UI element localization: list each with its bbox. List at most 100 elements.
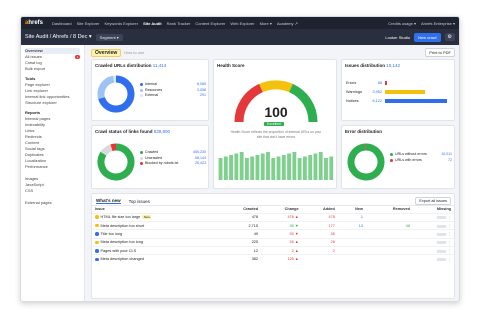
crawled-cell[interactable]: 49 <box>218 229 262 239</box>
health-history-bar[interactable] <box>239 152 244 180</box>
health-history-bar[interactable] <box>244 158 249 180</box>
table-row[interactable]: Meta description too short 2,715 36 ▼ 177 13… <box>92 220 454 230</box>
issue-name[interactable]: Meta description too short <box>101 224 145 228</box>
errors-slice-urls-without-errors[interactable] <box>347 143 385 181</box>
crawled-cell[interactable]: 225 <box>218 237 262 247</box>
new-cell[interactable] <box>337 246 366 255</box>
crawled-cell[interactable]: 12 <box>218 246 262 255</box>
legend-value[interactable]: 72 <box>448 158 452 164</box>
status-legend-blocked-by-robots-txt[interactable]: Blocked by robots.txt 26,423 <box>140 161 206 167</box>
issue-name[interactable]: Title too long <box>101 232 123 236</box>
nav-site-audit[interactable]: Site Audit <box>143 21 162 26</box>
column-header-issue[interactable]: Issue <box>92 206 219 213</box>
table-row[interactable]: Meta description too long 225 26 ▲ 26 ⋮ <box>92 237 454 247</box>
health-history-bar[interactable] <box>313 153 318 181</box>
errors-legend-urls-with-errors[interactable]: URLs with errors 72 <box>390 158 452 164</box>
issues-total[interactable]: 10,142 <box>386 63 400 68</box>
removed-cell[interactable]: 48 <box>365 220 413 230</box>
crawled-legend-external[interactable]: External 291 <box>140 93 206 99</box>
nav-academy[interactable]: Academy ↗ <box>277 21 298 26</box>
column-header-new[interactable]: New <box>338 206 366 213</box>
added-cell[interactable]: 2 <box>301 246 338 255</box>
health-history-bar[interactable] <box>223 156 228 181</box>
removed-cell[interactable] <box>365 254 413 264</box>
legend-value[interactable]: 291 <box>200 93 206 99</box>
more-options-icon[interactable]: ⋮ <box>446 241 451 245</box>
sidebar-item-bulk-export[interactable]: Bulk export <box>25 66 80 72</box>
removed-cell[interactable] <box>365 237 413 247</box>
issue-type-value[interactable]: 68 <box>368 81 382 85</box>
column-header-removed[interactable]: Removed <box>366 206 413 213</box>
new-cell[interactable] <box>337 237 366 247</box>
gear-icon[interactable]: ⚙ <box>444 33 455 41</box>
new-cell[interactable]: 1 <box>337 212 366 222</box>
nav-web-explorer[interactable]: Web Explorer <box>230 21 254 26</box>
health-history-bar[interactable] <box>329 156 334 181</box>
health-history-bar[interactable] <box>271 158 276 180</box>
health-history-bar[interactable] <box>308 155 313 180</box>
issue-type-value[interactable]: 3,952 <box>368 90 382 94</box>
removed-cell[interactable] <box>365 246 413 255</box>
nav-more[interactable]: More ▾ <box>260 21 272 26</box>
column-header-crawled[interactable]: Crawled <box>219 206 261 213</box>
sidebar-item-performance[interactable]: Performance <box>25 164 80 170</box>
nav-dashboard[interactable]: Dashboard <box>52 21 72 26</box>
more-options-icon[interactable]: ⋮ <box>446 216 451 220</box>
health-history-bar[interactable] <box>297 158 302 180</box>
segment-dropdown[interactable]: Segment ▾ <box>95 33 123 41</box>
added-cell[interactable]: 478 <box>301 212 338 222</box>
table-row[interactable]: Pages with poor CLS 12 2 ▲ 2 ⋮ <box>92 246 454 255</box>
added-cell[interactable]: 177 <box>301 220 338 230</box>
nav-keywords-explorer[interactable]: Keywords Explorer <box>105 21 139 26</box>
new-cell[interactable]: 13 <box>337 220 366 230</box>
more-options-icon[interactable]: ⋮ <box>446 249 451 253</box>
crawl-status-total[interactable]: 539,800 <box>154 129 170 134</box>
removed-cell[interactable] <box>365 212 413 222</box>
column-header-added[interactable]: Added <box>302 206 338 213</box>
table-row[interactable]: Meta description changed 382 126 ▲ ⋮ <box>92 254 454 264</box>
table-row[interactable]: HTML file size too large New 478 478 ▲ 478 1 … <box>92 212 454 222</box>
health-history-bar[interactable] <box>287 153 292 181</box>
looker-studio-link[interactable]: Looker Studio <box>385 35 410 40</box>
health-history-bar[interactable] <box>324 158 328 180</box>
health-history-bar[interactable] <box>260 153 265 181</box>
health-history-bar[interactable] <box>276 156 281 181</box>
health-history-bar[interactable] <box>281 155 286 180</box>
health-history-bar[interactable] <box>318 152 323 180</box>
crawled-cell[interactable]: 2,715 <box>218 220 262 230</box>
new-cell[interactable] <box>337 229 366 239</box>
more-options-icon[interactable]: ⋮ <box>446 224 451 228</box>
issue-name[interactable]: Meta description changed <box>101 257 144 261</box>
health-history-bar[interactable] <box>218 158 223 180</box>
added-cell[interactable]: 26 <box>301 237 338 247</box>
status-slice-blocked-by-robots-txt[interactable] <box>110 143 117 152</box>
new-cell[interactable] <box>337 254 366 264</box>
new-crawl-button[interactable]: New crawl <box>414 32 441 42</box>
print-pdf-button[interactable]: Print to PDF <box>425 48 455 57</box>
column-header-missing[interactable]: Missing <box>413 206 454 213</box>
added-cell[interactable]: 55 <box>301 229 338 239</box>
health-history-bar[interactable] <box>255 155 260 180</box>
account-menu[interactable]: Ahrefs Enterprise ▾ <box>421 21 455 26</box>
sidebar-item-external-pages[interactable]: External pages <box>25 200 80 206</box>
tab-whats-new[interactable]: What's new <box>96 198 121 204</box>
breadcrumb[interactable]: Site Audit / Ahrefs / 8 Dec ▾ <box>25 34 92 40</box>
nav-site-explorer[interactable]: Site Explorer <box>77 21 100 26</box>
crawled-slice-resources[interactable] <box>97 75 115 99</box>
nav-content-explorer[interactable]: Content Explorer <box>195 21 225 26</box>
health-history-bar[interactable] <box>266 152 270 180</box>
issues-row-notices[interactable]: Notices 6,122 <box>346 96 452 105</box>
health-history-bar[interactable] <box>302 156 307 181</box>
issue-name[interactable]: HTML file size too large <box>101 215 141 219</box>
issues-row-warnings[interactable]: Warnings 3,952 <box>346 87 452 96</box>
sidebar-item-structure-explorer[interactable]: Structure explorer <box>25 100 80 106</box>
issue-name[interactable]: Meta description too long <box>101 240 143 244</box>
table-row[interactable]: Title too long 49 55 ▼ 55 ⋮ <box>92 229 454 239</box>
issue-type-value[interactable]: 6,122 <box>368 99 382 103</box>
status-slice-uncrawled[interactable] <box>100 144 113 156</box>
crawled-cell[interactable]: 382 <box>218 254 262 264</box>
issues-row-errors[interactable]: Errors 68 <box>346 78 452 87</box>
crawled-cell[interactable]: 478 <box>218 212 262 222</box>
issue-name[interactable]: Pages with poor CLS <box>101 249 137 253</box>
added-cell[interactable] <box>301 254 338 264</box>
